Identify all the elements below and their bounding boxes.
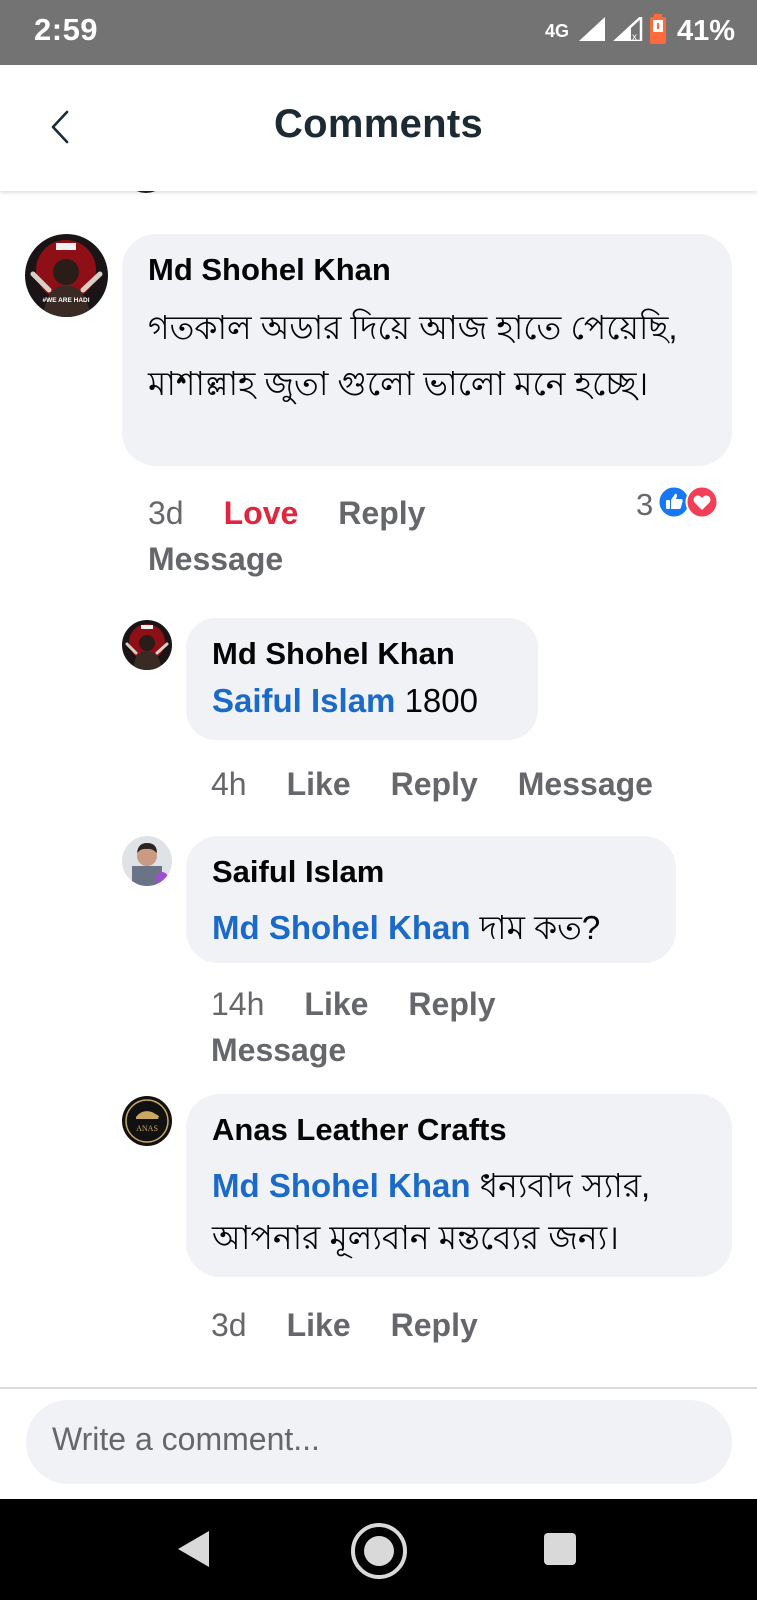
comment-actions: 4h Like Reply Message — [211, 761, 653, 807]
comment-input-placeholder: Write a comment... — [52, 1421, 320, 1457]
love-button[interactable]: Love — [224, 495, 299, 531]
comment-time: 4h — [211, 766, 247, 802]
signal-icon — [577, 17, 607, 46]
comment-actions: 3d Love Reply Message — [148, 490, 608, 582]
svg-text:x: x — [632, 32, 637, 41]
comment-body: দাম কত? — [479, 909, 601, 946]
avatar[interactable]: ANAS — [122, 1096, 172, 1146]
comment: #WE ARE HADI Md Shohel Khan গতকাল অডার দ… — [0, 191, 757, 577]
battery-percent: 41% — [676, 15, 735, 47]
reply-button[interactable]: Reply — [391, 766, 478, 802]
mention-link[interactable]: Saiful Islam — [212, 682, 395, 719]
comment-bubble[interactable]: Saiful Islam Md Shohel Khan দাম কত? — [186, 836, 676, 963]
comment-author[interactable]: Anas Leather Crafts — [212, 1112, 507, 1148]
message-button[interactable]: Message — [148, 541, 283, 577]
like-button[interactable]: Like — [287, 1307, 351, 1343]
comment-text: Md Shohel Khan দাম কত? — [212, 902, 600, 958]
comment-text: Saiful Islam 1800 — [212, 682, 478, 720]
reaction-count: 3 — [636, 486, 654, 522]
comment-time: 14h — [211, 986, 265, 1022]
network-type: 4G — [544, 21, 569, 41]
comment-time: 3d — [148, 495, 184, 531]
reply-button[interactable]: Reply — [338, 495, 425, 531]
love-icon — [685, 485, 719, 524]
reply-comment: ANAS Anas Leather Crafts Md Shohel Khan … — [0, 1094, 757, 1376]
reaction-summary[interactable]: 3 — [636, 485, 719, 524]
avatar-badge-text: #WE ARE HADI — [42, 297, 89, 304]
signal-no-service-icon: x — [611, 14, 643, 46]
comment-author[interactable]: Md Shohel Khan — [148, 252, 391, 288]
like-button[interactable]: Like — [287, 766, 351, 802]
comment-body: 1800 — [404, 682, 478, 719]
reply-button[interactable]: Reply — [391, 1307, 478, 1343]
mention-link[interactable]: Md Shohel Khan — [212, 1167, 471, 1204]
comments-header: Comments — [0, 65, 757, 191]
message-button[interactable]: Message — [518, 766, 653, 802]
avatar[interactable]: #WE ARE HADI — [25, 234, 108, 317]
reply-comment: Saiful Islam Md Shohel Khan দাম কত? 14h L… — [0, 831, 757, 1071]
comment-text: গতকাল অডার দিয়ে আজ হাতে পেয়েছি, মাশাল্… — [148, 309, 678, 402]
message-button[interactable]: Message — [211, 1032, 346, 1068]
status-time: 2:59 — [34, 12, 99, 47]
like-button[interactable]: Like — [304, 986, 368, 1022]
status-bar: 2:59 4G x 41% — [0, 0, 757, 65]
page-title: Comments — [273, 102, 484, 146]
divider — [0, 1387, 757, 1389]
battery-icon — [649, 14, 667, 49]
triangle-back-icon — [175, 1531, 211, 1573]
comment-time: 3d — [211, 1307, 247, 1343]
nav-recents-button[interactable] — [543, 1532, 577, 1571]
comment-actions: 3d Like Reply — [211, 1302, 518, 1348]
comment-text: Md Shohel Khan ধন্যবাদ স্যার, আপনার মূল্… — [212, 1160, 722, 1264]
reply-comment: Md Shohel Khan Saiful Islam 1800 4h Like R… — [0, 611, 757, 802]
nav-home-button[interactable] — [349, 1521, 409, 1586]
avatar[interactable] — [122, 620, 172, 670]
comment-author[interactable]: Md Shohel Khan — [212, 636, 455, 672]
nav-back-button[interactable] — [175, 1529, 211, 1574]
comment-bubble[interactable]: Anas Leather Crafts Md Shohel Khan ধন্যব… — [186, 1094, 732, 1277]
square-recents-icon — [543, 1533, 577, 1570]
comment-bubble[interactable]: Md Shohel Khan গতকাল অডার দিয়ে আজ হাতে … — [122, 234, 732, 466]
mention-link[interactable]: Md Shohel Khan — [212, 909, 471, 946]
comment-input[interactable]: Write a comment... — [26, 1400, 732, 1484]
system-nav-bar — [0, 1499, 757, 1600]
avatar[interactable] — [122, 836, 172, 886]
reply-button[interactable]: Reply — [408, 986, 495, 1022]
avatar-logo-text: ANAS — [136, 1124, 158, 1133]
comment-bubble[interactable]: Md Shohel Khan Saiful Islam 1800 — [186, 618, 538, 740]
comment-author[interactable]: Saiful Islam — [212, 854, 384, 890]
home-circle-icon — [349, 1523, 409, 1585]
comment-actions: 14h Like Reply Message — [211, 981, 691, 1073]
status-indicators: 4G x 41% — [545, 14, 735, 49]
comments-list[interactable]: #WE ARE HADI Md Shohel Khan গতকাল অডার দ… — [0, 191, 757, 1387]
